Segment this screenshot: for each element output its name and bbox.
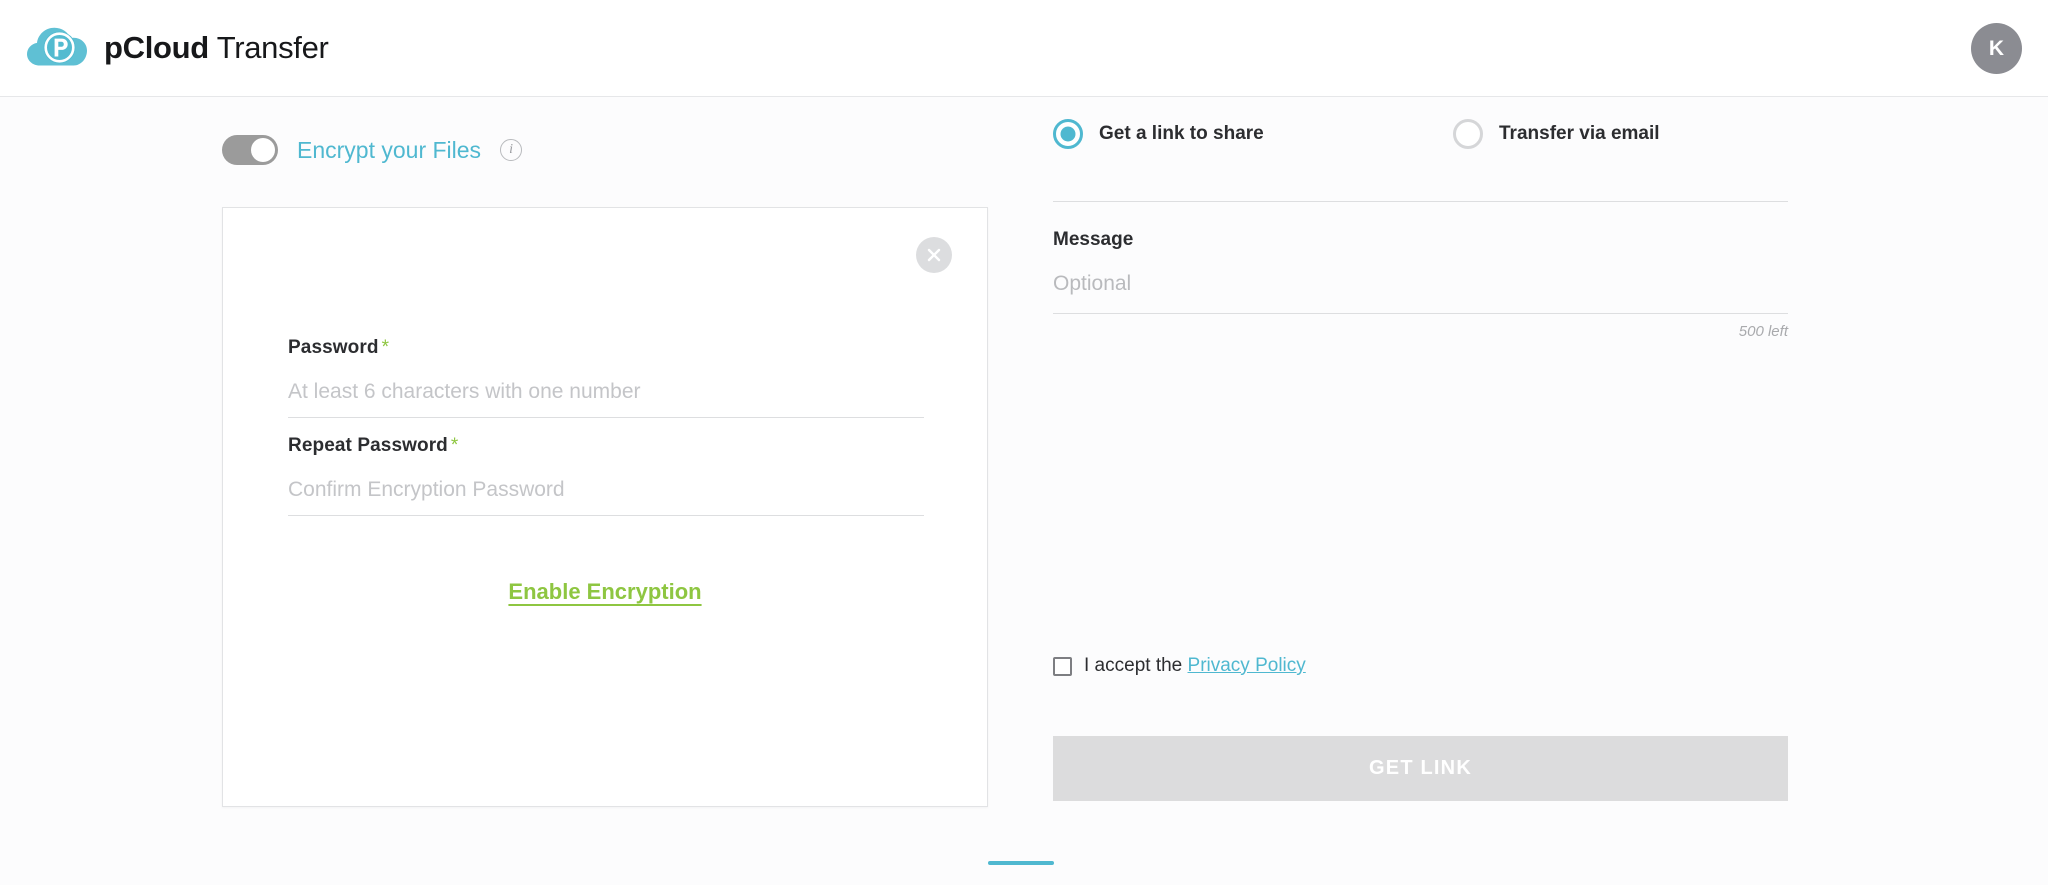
section-divider xyxy=(1053,201,1788,202)
avatar[interactable]: K xyxy=(1971,23,2022,74)
message-input[interactable] xyxy=(1053,272,1788,314)
radio-indicator-transfer-email[interactable] xyxy=(1453,119,1483,149)
message-label: Message xyxy=(1053,229,1788,251)
accept-privacy-checkbox[interactable] xyxy=(1053,657,1072,676)
brand-logo[interactable]: pCloud Transfer xyxy=(26,21,329,75)
encrypt-files-toggle[interactable] xyxy=(222,135,278,165)
repeat-password-label-text: Repeat Password xyxy=(288,435,448,456)
repeat-password-label: Repeat Password* xyxy=(288,435,924,457)
app-header: pCloud Transfer K xyxy=(0,0,2048,97)
password-label-text: Password xyxy=(288,337,379,358)
enable-encryption-row: Enable Encryption xyxy=(223,579,987,605)
radio-option-get-link[interactable]: Get a link to share xyxy=(1053,119,1453,149)
encryption-panel: Password* Repeat Password* Enable Encryp… xyxy=(222,207,988,807)
password-label: Password* xyxy=(288,337,924,359)
share-mode-radio-group: Get a link to share Transfer via email xyxy=(1053,119,1788,149)
encrypt-toggle-row: Encrypt your Files i xyxy=(222,135,522,165)
info-icon[interactable]: i xyxy=(500,139,522,161)
password-input[interactable] xyxy=(288,380,924,418)
brand-product: Transfer xyxy=(209,30,329,65)
radio-option-transfer-email[interactable]: Transfer via email xyxy=(1453,119,1660,149)
footer-accent-bar xyxy=(988,861,1054,865)
radio-indicator-get-link[interactable] xyxy=(1053,119,1083,149)
brand-name: pCloud xyxy=(104,30,209,65)
password-field-group: Password* xyxy=(288,337,924,418)
enable-encryption-button[interactable]: Enable Encryption xyxy=(508,579,701,605)
pcloud-cloud-logo-icon xyxy=(26,21,88,75)
radio-label-transfer-email: Transfer via email xyxy=(1499,123,1660,145)
radio-label-get-link: Get a link to share xyxy=(1099,123,1264,145)
repeat-password-required-mark: * xyxy=(451,435,459,456)
toggle-knob xyxy=(251,138,275,162)
message-block: Message 500 left xyxy=(1053,229,1788,340)
accept-privacy-text: I accept the Privacy Policy xyxy=(1084,655,1306,677)
repeat-password-field-group: Repeat Password* xyxy=(288,435,924,516)
accept-prefix: I accept the xyxy=(1084,655,1188,676)
password-required-mark: * xyxy=(382,337,390,358)
message-char-counter: 500 left xyxy=(1053,323,1788,340)
get-link-button[interactable]: GET LINK xyxy=(1053,736,1788,801)
encrypt-files-label: Encrypt your Files xyxy=(297,137,481,164)
accept-privacy-row: I accept the Privacy Policy xyxy=(1053,655,1306,677)
repeat-password-input[interactable] xyxy=(288,478,924,516)
close-icon[interactable] xyxy=(916,237,952,273)
privacy-policy-link[interactable]: Privacy Policy xyxy=(1188,655,1306,676)
app-title: pCloud Transfer xyxy=(104,30,329,66)
